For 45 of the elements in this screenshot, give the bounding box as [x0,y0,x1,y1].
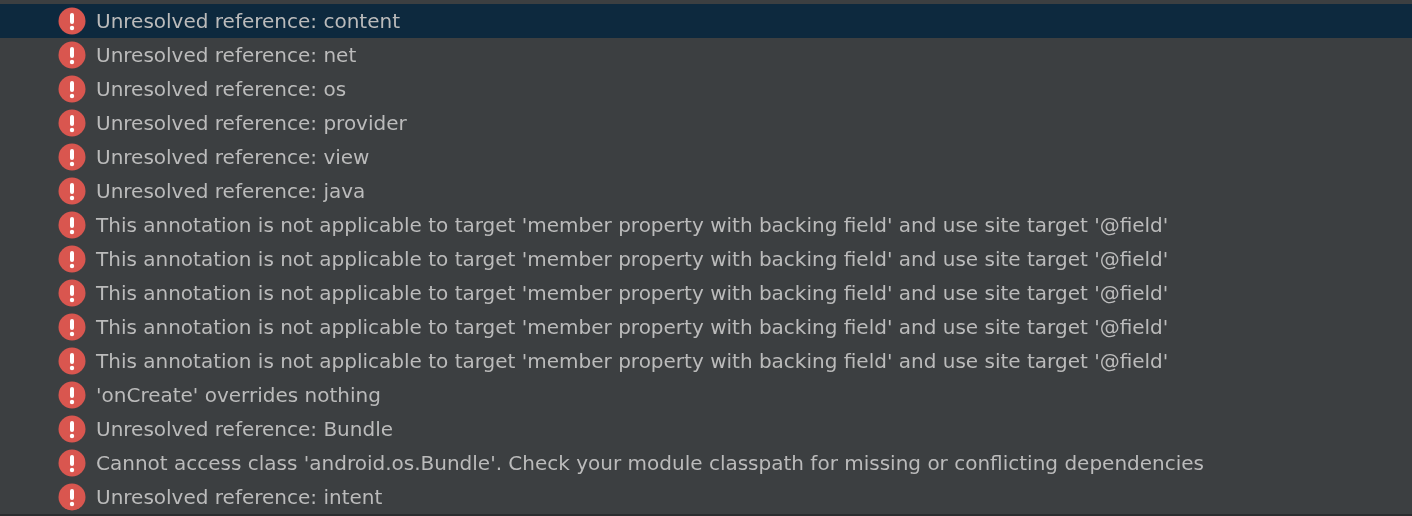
problem-message: Unresolved reference: Bundle [96,419,394,439]
problem-row[interactable]: Unresolved reference: java [0,174,1412,208]
problem-message: This annotation is not applicable to target 'member property with backing field' and use site target '@field' [96,215,1169,235]
problem-row[interactable]: Unresolved reference: os [0,72,1412,106]
problem-row[interactable]: Unresolved reference: view [0,140,1412,174]
problem-message: This annotation is not applicable to target 'member property with backing field' and use site target '@field' [96,249,1169,269]
error-icon [58,143,86,171]
problem-message: Unresolved reference: view [96,147,370,167]
error-icon [58,177,86,205]
problem-message: Unresolved reference: intent [96,487,383,507]
problem-message: This annotation is not applicable to target 'member property with backing field' and use site target '@field' [96,283,1169,303]
error-icon [58,449,86,477]
problem-message: Unresolved reference: provider [96,113,407,133]
problem-row[interactable]: Unresolved reference: intent [0,480,1412,514]
problem-row[interactable]: This annotation is not applicable to target 'member property with backing field' and use site target '@field' [0,242,1412,276]
problem-message: Unresolved reference: java [96,181,366,201]
problem-message: Unresolved reference: net [96,45,357,65]
error-icon [58,483,86,511]
problem-row[interactable]: This annotation is not applicable to target 'member property with backing field' and use site target '@field' [0,344,1412,378]
problem-row[interactable]: Unresolved reference: provider [0,106,1412,140]
problem-row[interactable]: This annotation is not applicable to target 'member property with backing field' and use site target '@field' [0,310,1412,344]
problem-row[interactable]: 'onCreate' overrides nothing [0,378,1412,412]
problem-message: 'onCreate' overrides nothing [96,385,381,405]
error-icon [58,7,86,35]
problem-row[interactable]: Cannot access class 'android.os.Bundle'. Check your module classpath for missing or conflicting dependencies [0,446,1412,480]
error-icon [58,211,86,239]
error-icon [58,415,86,443]
problem-message: Unresolved reference: content [96,11,400,31]
error-icon [58,381,86,409]
problem-message: This annotation is not applicable to target 'member property with backing field' and use site target '@field' [96,317,1169,337]
error-icon [58,245,86,273]
error-icon [58,109,86,137]
problem-row[interactable]: Unresolved reference: content [0,4,1412,38]
problem-row[interactable]: Unresolved reference: net [0,38,1412,72]
problem-message: Cannot access class 'android.os.Bundle'. Check your module classpath for missing or conflicting dependencies [96,453,1205,473]
error-icon [58,75,86,103]
error-icon [58,347,86,375]
problem-message: This annotation is not applicable to target 'member property with backing field' and use site target '@field' [96,351,1169,371]
problem-row[interactable]: Unresolved reference: Bundle [0,412,1412,446]
error-icon [58,41,86,69]
error-icon [58,313,86,341]
problem-row[interactable]: This annotation is not applicable to target 'member property with backing field' and use site target '@field' [0,276,1412,310]
problem-row[interactable]: This annotation is not applicable to target 'member property with backing field' and use site target '@field' [0,208,1412,242]
error-icon [58,279,86,307]
problem-message: Unresolved reference: os [96,79,347,99]
